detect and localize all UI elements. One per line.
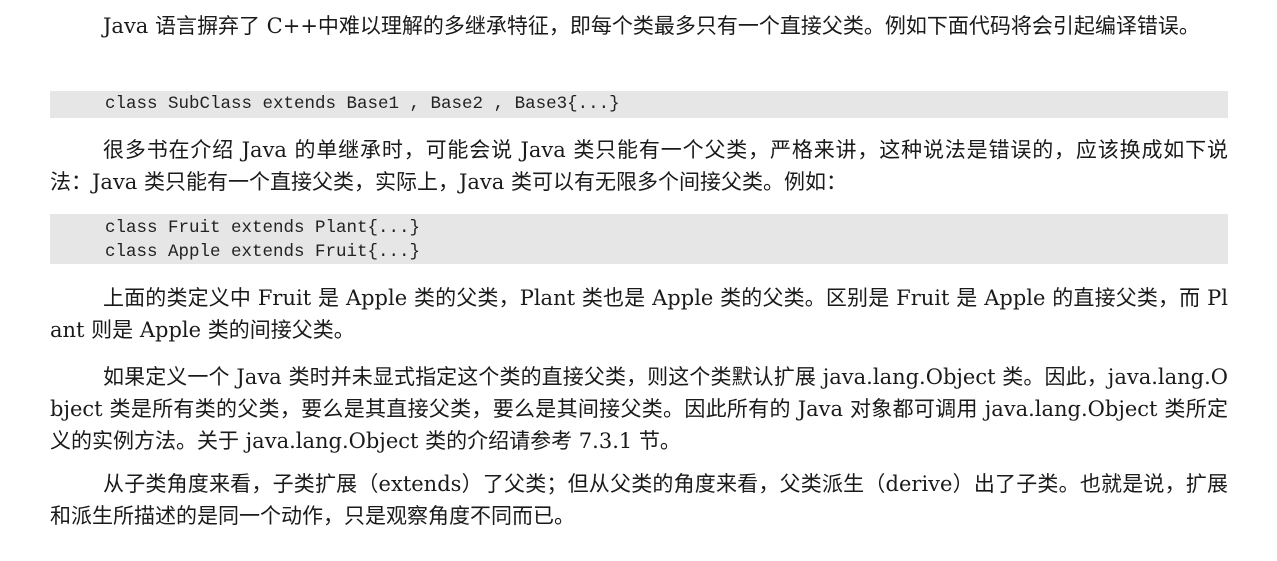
paragraph-single-inheritance: 很多书在介绍 Java 的单继承时，可能会说 Java 类只能有一个父类，严格来… xyxy=(50,138,1228,194)
code-block-subclass: class SubClass extends Base1 , Base2 , B… xyxy=(50,91,1228,118)
paragraph-object-class: 如果定义一个 Java 类时并未显式指定这个类的直接父类，则这个类默认扩展 ja… xyxy=(50,365,1228,453)
code-line: class SubClass extends Base1 , Base2 , B… xyxy=(105,94,620,114)
paragraph-direct-indirect-parent: 上面的类定义中 Fruit 是 Apple 类的父类，Plant 类也是 App… xyxy=(50,286,1228,342)
code-line: class Fruit extends Plant{...} xyxy=(105,218,421,238)
paragraph-extends-derive: 从子类角度来看，子类扩展（extends）了父类；但从父类的角度来看，父类派生（… xyxy=(50,472,1228,528)
document-page: Java 语言摒弃了 C++中难以理解的多继承特征，即每个类最多只有一个直接父类… xyxy=(0,0,1277,561)
code-block-fruit-apple: class Fruit extends Plant{...} class App… xyxy=(50,214,1228,264)
paragraph-multiple-inheritance: Java 语言摒弃了 C++中难以理解的多继承特征，即每个类最多只有一个直接父类… xyxy=(103,14,1200,38)
code-line: class Apple extends Fruit{...} xyxy=(105,242,421,262)
